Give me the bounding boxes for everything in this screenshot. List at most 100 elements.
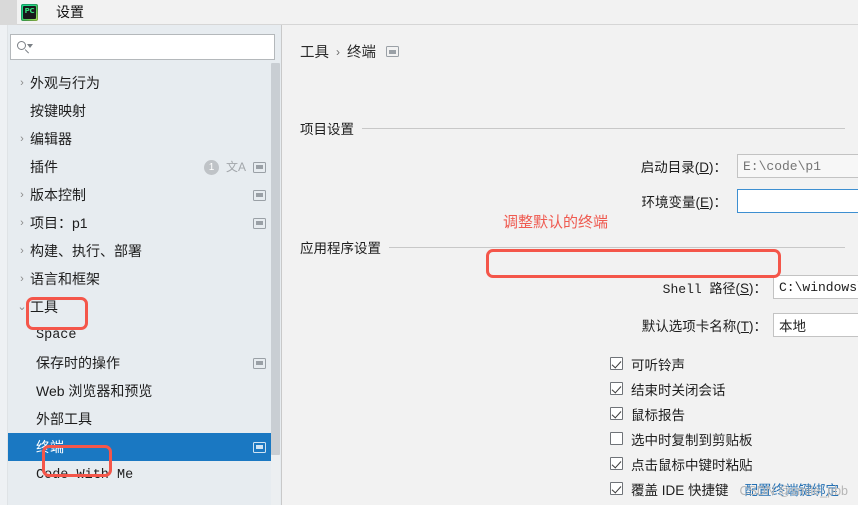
sidebar-item-10[interactable]: 保存时的操作 <box>8 349 274 377</box>
search-input[interactable] <box>32 36 274 58</box>
checkbox-icon[interactable] <box>610 432 623 445</box>
checkbox-label: 可听铃声 <box>631 357 685 373</box>
terminal-options-list: 可听铃声结束时关闭会话 鼠标报告选中时复制到剪贴板 点击鼠标中键时粘贴 覆盖 IDE … <box>610 351 858 505</box>
sidebar-item-6[interactable]: › 构建、执行、部署 <box>8 237 274 265</box>
settings-content: 工具 › 终端 项目设置 启动目录(D)： 环境变量(E)： 应用程序设置 <box>283 25 858 505</box>
checkbox-row-1[interactable]: 结束时关闭会话 <box>610 376 858 401</box>
chevron-right-icon[interactable]: › <box>14 189 30 201</box>
sidebar-item-label: 编辑器 <box>30 131 72 147</box>
sidebar-item-14[interactable]: Code With Me <box>8 461 274 489</box>
sidebar-item-label: 语言和框架 <box>30 271 100 287</box>
checkbox-icon[interactable] <box>610 357 623 370</box>
chevron-right-icon[interactable]: › <box>14 217 30 229</box>
sidebar-item-label: 终端 <box>36 439 64 455</box>
breadcrumb-leaf: 终端 <box>347 45 376 61</box>
sidebar-item-0[interactable]: › 外观与行为 <box>8 69 274 97</box>
settings-tree: › 外观与行为 按键映射 › 编辑器 插件 1 文A › 版本控制 › 项目：p1 › 构建、执行、部… <box>8 69 274 505</box>
default-tab-name-label: 默认选项卡名称(T)： <box>641 319 767 334</box>
section-divider <box>389 246 845 248</box>
pycharm-icon: PC <box>21 3 38 21</box>
monitor-icon[interactable] <box>253 189 266 201</box>
sidebar-item-label: 构建、执行、部署 <box>30 243 142 259</box>
sidebar-item-badges <box>253 181 266 209</box>
chevron-right-icon[interactable]: › <box>14 245 30 257</box>
title-bar-left-strip <box>0 0 17 25</box>
sidebar-item-label: 工具 <box>30 299 58 315</box>
checkbox-label: 点击鼠标中键时粘贴 <box>631 457 753 473</box>
monitor-icon[interactable] <box>253 441 266 453</box>
chevron-down-icon[interactable]: ⌄ <box>14 301 30 313</box>
breadcrumb-separator: › <box>336 44 340 59</box>
search-icon <box>17 40 33 55</box>
monitor-icon[interactable] <box>253 161 266 173</box>
pycharm-icon-text: PC <box>24 6 35 15</box>
sidebar-item-label: 外部工具 <box>36 411 92 427</box>
chevron-right-icon[interactable]: › <box>14 273 30 285</box>
sidebar-item-label: 按键映射 <box>30 103 86 119</box>
sidebar-item-5[interactable]: › 项目：p1 <box>8 209 274 237</box>
checkbox-row-6[interactable]: Shell 集成 <box>610 501 858 505</box>
checkbox-label: 覆盖 IDE 快捷键 <box>631 482 729 498</box>
monitor-icon[interactable] <box>253 217 266 229</box>
sidebar-item-badges <box>253 209 266 237</box>
sidebar-item-badges <box>253 433 266 461</box>
title-bar: PC 设置 <box>0 0 858 25</box>
sidebar-item-2[interactable]: › 编辑器 <box>8 125 274 153</box>
start-directory-input[interactable] <box>737 154 858 178</box>
annotation-note: 调整默认的终端 <box>503 214 609 231</box>
checkbox-label: 鼠标报告 <box>631 407 685 423</box>
checkbox-icon[interactable] <box>610 457 623 470</box>
chevron-right-icon[interactable]: › <box>14 133 30 145</box>
section-divider <box>362 127 845 129</box>
field-env-variables: 环境变量(E)： <box>582 189 858 213</box>
default-tab-name-input[interactable] <box>773 313 858 337</box>
sidebar-item-9[interactable]: Space <box>8 321 274 349</box>
sidebar-item-11[interactable]: Web 浏览器和预览 <box>8 377 274 405</box>
checkbox-icon[interactable] <box>610 482 623 495</box>
sidebar-search[interactable] <box>10 34 275 60</box>
sidebar-item-7[interactable]: › 语言和框架 <box>8 265 274 293</box>
sidebar-item-label: 版本控制 <box>30 187 86 203</box>
sidebar-scrollbar-thumb[interactable] <box>271 63 280 455</box>
section-application-settings: 应用程序设置 <box>300 237 845 257</box>
section-title: 项目设置 <box>300 122 354 137</box>
shell-path-label: Shell 路径(S)： <box>662 281 767 297</box>
translate-icon[interactable]: 文A <box>226 161 246 173</box>
checkbox-row-2[interactable]: 鼠标报告 <box>610 401 858 426</box>
field-shell-path: Shell 路径(S)： <box>582 275 858 299</box>
checkbox-row-3[interactable]: 选中时复制到剪贴板 <box>610 426 858 451</box>
sidebar-item-label: Code With Me <box>36 467 134 483</box>
checkbox-row-0[interactable]: 可听铃声 <box>610 351 858 376</box>
sidebar-gutter <box>0 25 8 505</box>
sidebar-item-13[interactable]: 终端 <box>8 433 274 461</box>
sidebar-item-1[interactable]: 按键映射 <box>8 97 274 125</box>
monitor-icon[interactable] <box>253 357 266 369</box>
sidebar-item-4[interactable]: › 版本控制 <box>8 181 274 209</box>
field-start-directory: 启动目录(D)： <box>582 154 858 178</box>
checkbox-icon[interactable] <box>610 382 623 395</box>
shell-path-input[interactable] <box>773 275 858 299</box>
settings-sidebar: › 外观与行为 按键映射 › 编辑器 插件 1 文A › 版本控制 › 项目：p1 › 构建、执行、部… <box>0 25 282 505</box>
checkbox-label: 选中时复制到剪贴板 <box>631 432 753 448</box>
sidebar-item-12[interactable]: 外部工具 <box>8 405 274 433</box>
sidebar-item-3[interactable]: 插件 1 文A <box>8 153 274 181</box>
sidebar-item-label: 保存时的操作 <box>36 355 120 371</box>
checkbox-icon[interactable] <box>610 407 623 420</box>
env-variables-input[interactable] <box>737 189 858 213</box>
monitor-icon[interactable] <box>386 46 399 57</box>
sidebar-item-label: 项目：p1 <box>30 215 88 231</box>
breadcrumb-root[interactable]: 工具 <box>300 41 329 62</box>
sidebar-item-label: Space <box>36 327 77 343</box>
checkbox-label: 结束时关闭会话 <box>631 382 726 398</box>
breadcrumb: 工具 › 终端 <box>300 41 399 62</box>
watermark: CSDN @smile_pbb <box>739 484 848 498</box>
settings-dialog: PC 设置 › 外观与行为 按键映射 › 编辑器 插件 1 文A › 版本控制 › 项目：p1 › 构… <box>0 0 858 505</box>
chevron-right-icon[interactable]: › <box>14 77 30 89</box>
field-default-tab-name: 默认选项卡名称(T)： <box>582 313 858 337</box>
env-variables-label: 环境变量(E)： <box>641 195 727 210</box>
sidebar-item-badges <box>253 349 266 377</box>
section-project-settings: 项目设置 <box>300 118 845 138</box>
sidebar-item-8[interactable]: ⌄ 工具 <box>8 293 274 321</box>
checkbox-row-4[interactable]: 点击鼠标中键时粘贴 <box>610 451 858 476</box>
